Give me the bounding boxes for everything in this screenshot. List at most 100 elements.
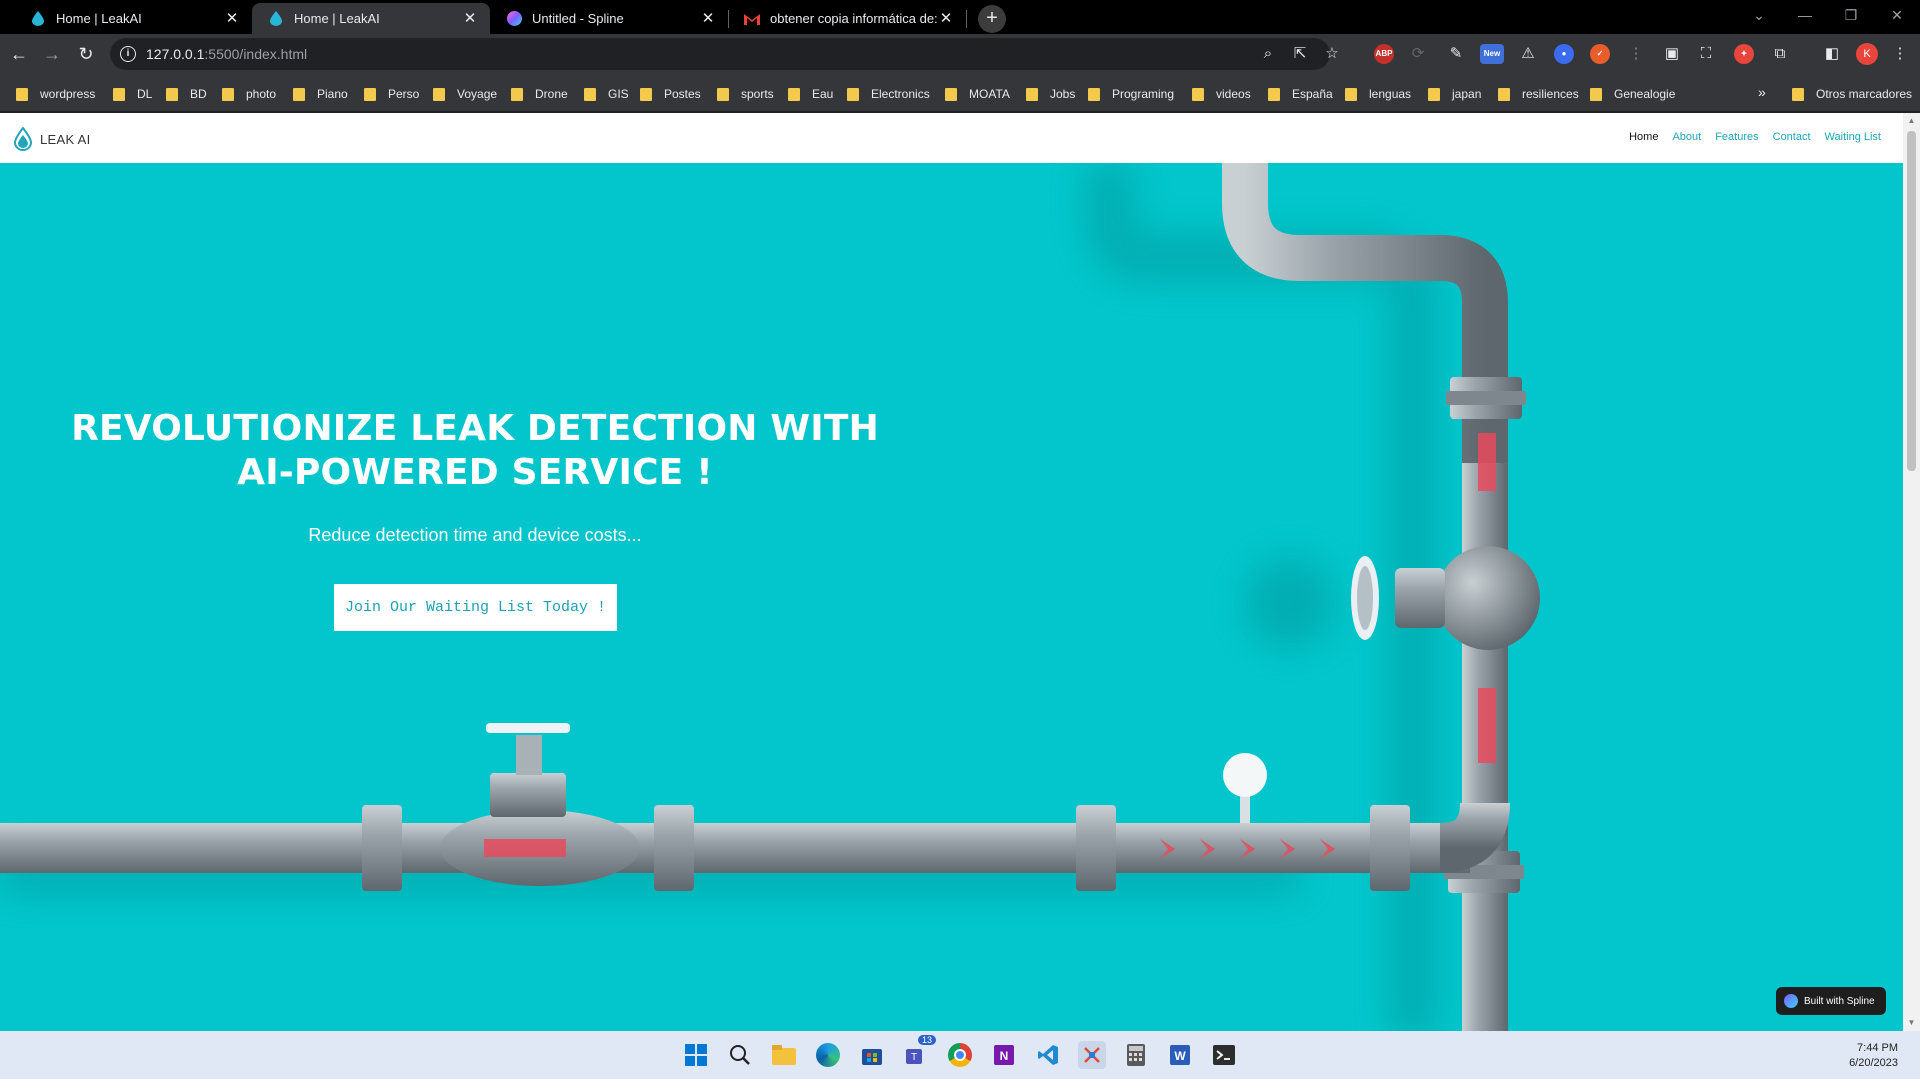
calculator-icon[interactable]	[1122, 1041, 1150, 1069]
join-waiting-list-button[interactable]: Join Our Waiting List Today !	[334, 584, 617, 631]
bookmark-videos[interactable]: videos	[1192, 85, 1251, 103]
bookmark-label: GIS	[608, 87, 629, 101]
chrome-icon[interactable]	[946, 1041, 974, 1069]
scrollbar-thumb[interactable]	[1907, 131, 1916, 471]
bookmark-photo[interactable]: photo	[222, 85, 276, 103]
bookmark-españa[interactable]: España	[1268, 85, 1333, 103]
orange-extension-icon[interactable]: ✓	[1590, 44, 1610, 64]
edge-icon[interactable]	[814, 1041, 842, 1069]
nav-about[interactable]: About	[1672, 131, 1701, 143]
folder-icon	[1192, 87, 1204, 101]
bookmark-piano[interactable]: Piano	[293, 85, 348, 103]
address-bar[interactable]: i 127.0.0.1:5500/index.html ⌕ ⇱ ☆	[110, 38, 1339, 70]
store-icon[interactable]	[858, 1041, 886, 1069]
bookmark-jobs[interactable]: Jobs	[1026, 85, 1075, 103]
red-extension-icon[interactable]: ✦	[1734, 44, 1754, 64]
extension-disabled-icon[interactable]: ⟳	[1408, 44, 1428, 64]
extensions-puzzle-icon[interactable]: ⧉	[1770, 44, 1790, 64]
close-window-button[interactable]: ✕	[1874, 0, 1920, 30]
folder-icon	[16, 87, 28, 101]
built-with-spline-badge[interactable]: Built with Spline	[1776, 987, 1886, 1015]
lock-extension-icon[interactable]: ▣	[1662, 44, 1682, 64]
minimize-button[interactable]: —	[1782, 0, 1828, 30]
system-clock[interactable]: 7:44 PM 6/20/2023	[1849, 1041, 1898, 1071]
bookmark-label: BD	[190, 87, 207, 101]
new-extension-icon[interactable]: New	[1480, 44, 1504, 64]
tab-leakai-1[interactable]: Home | LeakAI ✕	[14, 3, 252, 34]
menu-icon[interactable]: ⋮	[1890, 44, 1910, 64]
adblock-plus-icon[interactable]: ABP	[1374, 44, 1394, 64]
page-scrollbar[interactable]: ▲ ▼	[1903, 113, 1920, 1031]
site-info-icon[interactable]: i	[120, 46, 136, 62]
tool-extension-icon[interactable]: ⋮	[1626, 44, 1646, 64]
forward-button[interactable]: →	[38, 40, 66, 68]
bookmark-label: photo	[246, 87, 277, 101]
bookmark-programing[interactable]: Programing	[1088, 85, 1174, 103]
nav-home[interactable]: Home	[1629, 131, 1658, 143]
scroll-down-icon[interactable]: ▼	[1907, 1018, 1916, 1028]
tab-search-chevron-icon[interactable]: ⌄	[1736, 0, 1782, 30]
tab-spline[interactable]: Untitled - Spline ✕	[490, 3, 728, 34]
nav-contact[interactable]: Contact	[1773, 131, 1811, 143]
close-icon[interactable]: ✕	[224, 10, 240, 27]
vscode-icon[interactable]	[1034, 1041, 1062, 1069]
brand-logo[interactable]: LEAK AI	[14, 127, 91, 151]
search-icon[interactable]	[726, 1041, 754, 1069]
bookmark-genealogie[interactable]: Genealogie	[1590, 85, 1675, 103]
back-button[interactable]: ←	[5, 40, 33, 68]
bookmark-other[interactable]: Otros marcadores	[1792, 85, 1912, 103]
terminal-icon[interactable]	[1210, 1041, 1238, 1069]
nav-features[interactable]: Features	[1715, 131, 1758, 143]
close-icon[interactable]: ✕	[938, 10, 954, 27]
bookmark-label: Drone	[535, 87, 568, 101]
snipping-tool-icon[interactable]	[1078, 1041, 1106, 1069]
bookmark-resiliences[interactable]: resiliences	[1498, 85, 1579, 103]
screenshot-extension-icon[interactable]: ⛶	[1696, 44, 1716, 64]
pen-extension-icon[interactable]: ✎	[1446, 44, 1466, 64]
restore-button[interactable]: ❐	[1828, 0, 1874, 30]
bell-extension-icon[interactable]: ⚠	[1518, 44, 1538, 64]
scroll-up-icon[interactable]: ▲	[1907, 116, 1916, 126]
folder-icon	[717, 87, 729, 101]
bookmark-japan[interactable]: japan	[1428, 85, 1481, 103]
folder-icon	[1792, 87, 1804, 101]
zoom-icon[interactable]: ⌕	[1258, 44, 1278, 64]
bookmark-perso[interactable]: Perso	[364, 85, 419, 103]
bookmark-bd[interactable]: BD	[166, 85, 207, 103]
bookmark-moata[interactable]: MOATA	[945, 85, 1010, 103]
file-explorer-icon[interactable]	[770, 1041, 798, 1069]
bookmark-wordpress[interactable]: wordpress	[16, 85, 95, 103]
onenote-icon[interactable]: N	[990, 1041, 1018, 1069]
bookmark-drone[interactable]: Drone	[511, 85, 568, 103]
bookmark-dl[interactable]: DL	[113, 85, 152, 103]
bookmark-label: resiliences	[1522, 87, 1579, 101]
bookmark-voyage[interactable]: Voyage	[433, 85, 497, 103]
bookmark-electronics[interactable]: Electronics	[847, 85, 930, 103]
circle-extension-icon[interactable]: ●	[1554, 44, 1574, 64]
close-icon[interactable]: ✕	[700, 10, 716, 27]
share-icon[interactable]: ⇱	[1290, 44, 1310, 64]
bookmark-postes[interactable]: Postes	[640, 85, 701, 103]
bookmark-star-icon[interactable]: ☆	[1322, 44, 1342, 64]
teams-icon[interactable]: T 13	[902, 1035, 936, 1069]
side-panel-icon[interactable]: ◧	[1822, 44, 1842, 64]
nav-waiting-list[interactable]: Waiting List	[1825, 131, 1881, 143]
clock-time: 7:44 PM	[1857, 1042, 1898, 1054]
bookmark-gis[interactable]: GIS	[584, 85, 629, 103]
flange-vertical-top	[1446, 377, 1526, 419]
bookmarks-overflow-button[interactable]: »	[1758, 84, 1766, 100]
windows-start-icon[interactable]	[682, 1041, 710, 1069]
reload-button[interactable]: ↻	[72, 40, 100, 68]
new-tab-button[interactable]: +	[978, 5, 1006, 33]
pipe-3d-scene[interactable]	[0, 163, 1903, 1031]
bookmark-lenguas[interactable]: lenguas	[1345, 85, 1411, 103]
close-icon[interactable]: ✕	[462, 10, 478, 27]
bookmark-eau[interactable]: Eau	[788, 85, 833, 103]
bookmark-sports[interactable]: sports	[717, 85, 774, 103]
folder-icon	[1268, 87, 1280, 101]
word-icon[interactable]: W	[1166, 1041, 1194, 1069]
folder-icon	[1026, 87, 1038, 101]
tab-leakai-2[interactable]: Home | LeakAI ✕	[252, 3, 490, 34]
profile-avatar[interactable]: K	[1856, 43, 1878, 65]
tab-gmail[interactable]: obtener copia informática de: l ✕	[728, 3, 966, 34]
